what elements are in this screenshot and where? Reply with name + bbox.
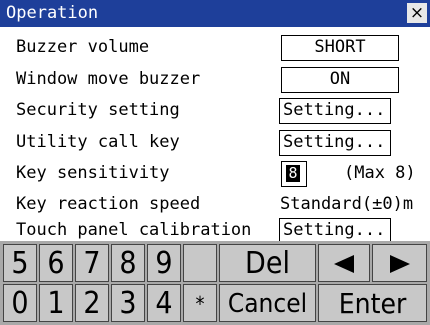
enter-key[interactable]: Enter [318, 284, 427, 322]
window-title: Operation [6, 3, 99, 23]
title-bar: Operation × [0, 0, 430, 27]
keypad: 5 6 7 8 9 Del 0 1 2 3 4 * Cancel Enter [0, 241, 430, 325]
right-arrow-icon [389, 255, 410, 273]
utility-call-key-label: Utility call key [16, 132, 180, 152]
left-arrow-key[interactable] [318, 244, 370, 282]
key-asterisk[interactable]: * [183, 284, 217, 322]
window-move-buzzer-label: Window move buzzer [16, 69, 201, 89]
key-reaction-speed-value[interactable]: Standard(±0)m [280, 194, 430, 214]
buzzer-volume-button[interactable]: SHORT [281, 35, 399, 61]
window-move-buzzer-button[interactable]: ON [281, 67, 399, 93]
setting-row-buzzer-volume: Buzzer volume SHORT [0, 32, 430, 64]
close-button[interactable]: × [407, 3, 427, 23]
left-arrow-icon [334, 255, 354, 273]
key-sensitivity-input[interactable]: 8 [281, 161, 307, 187]
cancel-key[interactable]: Cancel [219, 284, 316, 322]
key-sensitivity-max-note: (Max 8) [344, 163, 416, 183]
touch-panel-calibration-label: Touch panel calibration [16, 220, 252, 240]
key-1[interactable]: 1 [39, 284, 73, 322]
right-arrow-key[interactable] [372, 244, 427, 282]
key-5[interactable]: 5 [3, 244, 37, 282]
key-9[interactable]: 9 [147, 244, 181, 282]
key-sensitivity-label: Key sensitivity [16, 163, 170, 183]
setting-row-utility-call-key: Utility call key Setting... [0, 127, 430, 159]
buzzer-volume-label: Buzzer volume [16, 37, 150, 57]
security-setting-button[interactable]: Setting... [279, 98, 391, 124]
key-4[interactable]: 4 [147, 284, 181, 322]
setting-row-security: Security setting Setting... [0, 95, 430, 127]
key-sensitivity-value: 8 [286, 165, 300, 182]
setting-row-key-sensitivity: Key sensitivity 8 (Max 8) [0, 158, 430, 190]
key-3[interactable]: 3 [111, 284, 145, 322]
key-8[interactable]: 8 [111, 244, 145, 282]
security-setting-label: Security setting [16, 100, 180, 120]
key-reaction-speed-label: Key reaction speed [16, 194, 201, 214]
key-6[interactable]: 6 [39, 244, 73, 282]
key-2[interactable]: 2 [75, 284, 109, 322]
key-0[interactable]: 0 [3, 284, 37, 322]
key-blank[interactable] [183, 244, 217, 282]
key-7[interactable]: 7 [75, 244, 109, 282]
setting-row-window-move-buzzer: Window move buzzer ON [0, 64, 430, 96]
utility-call-key-button[interactable]: Setting... [279, 130, 391, 156]
delete-key[interactable]: Del [219, 244, 316, 282]
